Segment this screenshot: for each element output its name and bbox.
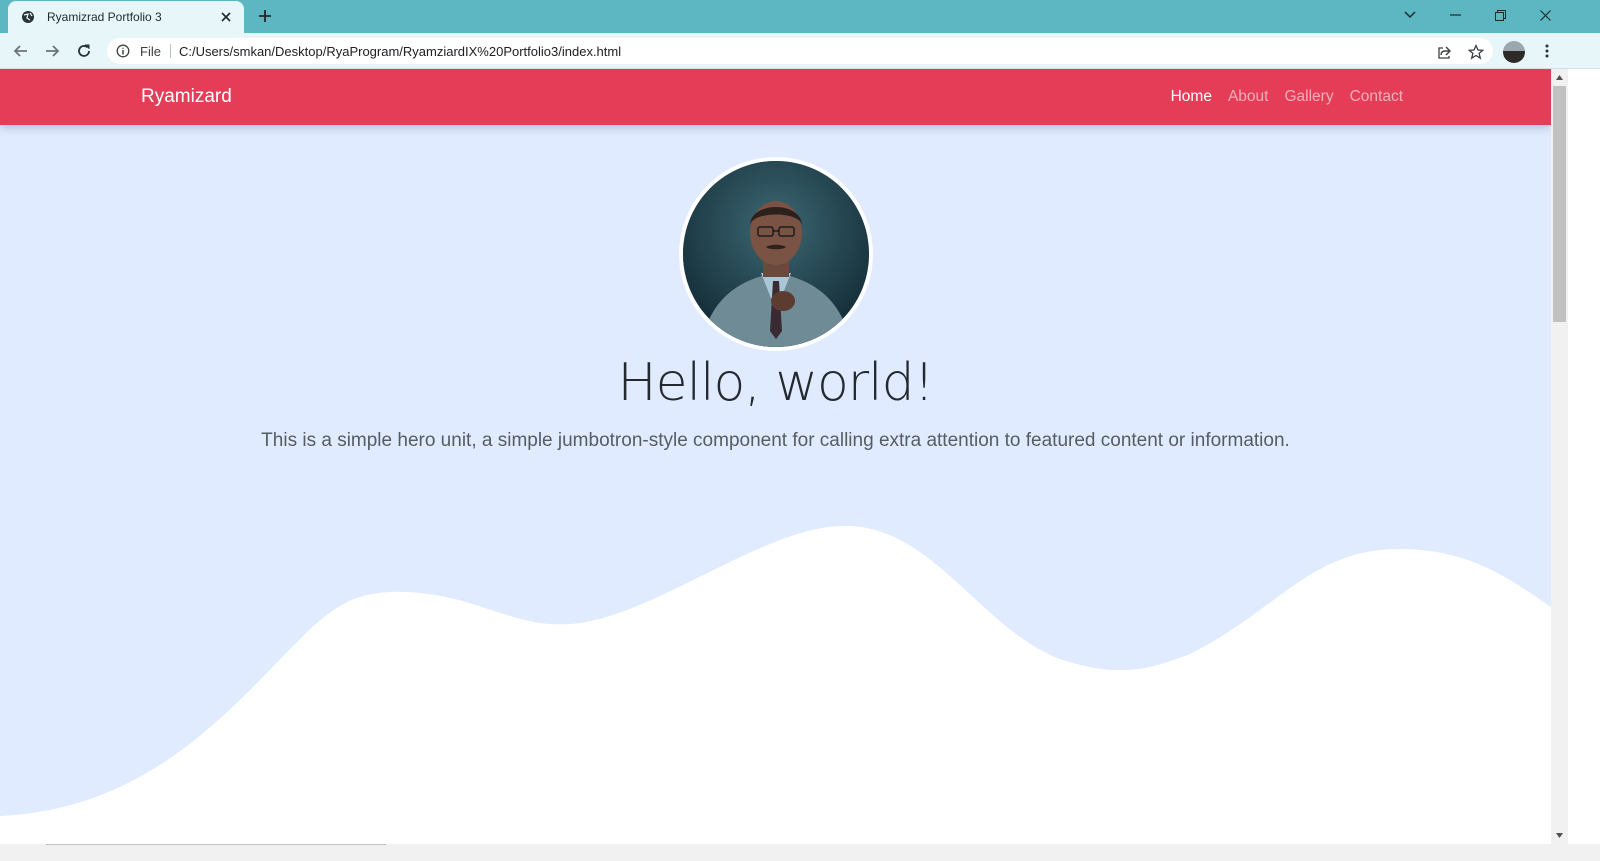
tab-search-icon[interactable]: [1387, 0, 1433, 30]
scroll-up-icon[interactable]: [1551, 69, 1568, 86]
site-brand[interactable]: Ryamizard: [141, 86, 232, 108]
url-text[interactable]: C:/Users/smkan/Desktop/RyaProgram/Ryamzi…: [179, 44, 621, 59]
bookmark-star-icon[interactable]: [1465, 41, 1487, 63]
site-info-icon[interactable]: [115, 43, 131, 59]
nav-link-about[interactable]: About: [1228, 88, 1269, 106]
browser-toolbar: File C:/Users/smkan/Desktop/RyaProgram/R…: [0, 33, 1600, 69]
browser-tab[interactable]: Ryamizrad Portfolio 3: [8, 1, 244, 33]
scroll-down-icon[interactable]: [1551, 827, 1568, 844]
back-icon[interactable]: [7, 37, 35, 65]
restore-icon[interactable]: [1477, 0, 1523, 30]
page-viewport: Ryamizard Home About Gallery Contact Hel…: [0, 69, 1551, 861]
close-window-icon[interactable]: [1522, 0, 1568, 30]
hero-lead-text: This is a simple hero unit, a simple jum…: [261, 430, 1290, 451]
hero-title: Hello, world!: [617, 353, 935, 413]
omnibox-divider: [169, 44, 171, 58]
close-tab-icon[interactable]: [218, 9, 234, 25]
horizontal-scrollbar-thumb[interactable]: [46, 844, 386, 845]
globe-icon: [20, 9, 36, 25]
tab-title: Ryamizrad Portfolio 3: [47, 10, 162, 24]
nav-links: Home About Gallery Contact: [1171, 88, 1403, 106]
browser-menu-icon[interactable]: [1537, 37, 1557, 65]
scrollbar-thumb[interactable]: [1553, 86, 1566, 322]
url-scheme: File: [140, 43, 161, 59]
profile-avatar[interactable]: [1503, 41, 1525, 63]
nav-link-gallery[interactable]: Gallery: [1284, 88, 1333, 106]
new-tab-icon[interactable]: [256, 7, 274, 25]
reload-icon[interactable]: [70, 37, 98, 65]
horizontal-scrollbar[interactable]: [0, 844, 1600, 861]
address-bar[interactable]: File C:/Users/smkan/Desktop/RyaProgram/R…: [107, 38, 1493, 64]
vertical-scrollbar[interactable]: [1551, 69, 1568, 844]
hero-profile-photo: [679, 157, 873, 351]
forward-icon[interactable]: [38, 37, 66, 65]
nav-link-contact[interactable]: Contact: [1350, 88, 1403, 106]
share-icon[interactable]: [1433, 41, 1455, 63]
site-navbar: Ryamizard Home About Gallery Contact: [0, 69, 1551, 125]
nav-link-home[interactable]: Home: [1171, 88, 1212, 106]
minimize-icon[interactable]: [1432, 0, 1478, 30]
browser-tab-strip: Ryamizrad Portfolio 3: [0, 0, 1600, 33]
